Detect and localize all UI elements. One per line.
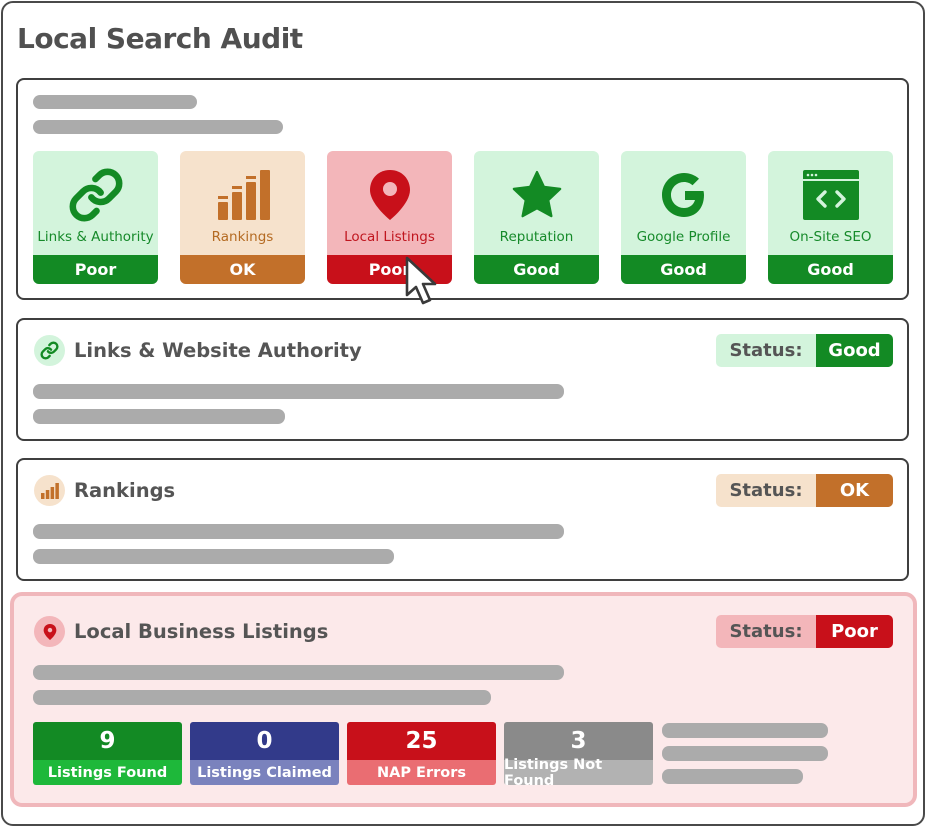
tile-on-site-seo[interactable]: On-Site SEO Good [768, 151, 893, 284]
status-value: Good [816, 334, 893, 367]
stat-label: Listings Claimed [190, 760, 339, 785]
status-value: Poor [816, 615, 893, 648]
status-badge: Status: OK [716, 474, 893, 507]
stat-label: NAP Errors [347, 760, 496, 785]
tile-status: OK [180, 255, 305, 284]
stat-value: 9 [33, 722, 182, 760]
tile-label: Rankings [211, 229, 274, 245]
placeholder-line [33, 120, 283, 134]
section-title: Rankings [74, 479, 176, 502]
status-badge: Status: Poor [716, 615, 893, 648]
status-key: Status: [716, 334, 816, 367]
tile-links-authority[interactable]: Links & Authority Poor [33, 151, 158, 284]
section-title: Local Business Listings [74, 620, 329, 643]
map-pin-icon [34, 616, 65, 647]
stat-nap-errors: 25 NAP Errors [347, 722, 496, 785]
stat-value: 0 [190, 722, 339, 760]
stat-label: Listings Not Found [504, 757, 653, 785]
tile-reputation[interactable]: Reputation Good [474, 151, 599, 284]
code-window-icon [768, 165, 893, 225]
stat-listings-not-found: 3 Listings Not Found [504, 722, 653, 785]
placeholder-line [33, 524, 564, 539]
tile-label: Reputation [499, 229, 574, 245]
tile-status: Good [621, 255, 746, 284]
placeholder-line [33, 690, 491, 705]
placeholder-line [33, 384, 564, 399]
tile-label: Local Listings [344, 229, 435, 245]
page-title: Local Search Audit [17, 22, 303, 55]
link-icon [34, 335, 65, 366]
status-key: Status: [716, 615, 816, 648]
map-pin-icon [327, 165, 452, 225]
google-g-icon [621, 165, 746, 225]
status-key: Status: [716, 474, 816, 507]
bar-chart-icon [34, 475, 65, 506]
tile-rankings[interactable]: Rankings OK [180, 151, 305, 284]
stat-listings-found: 9 Listings Found [33, 722, 182, 785]
placeholder-line [33, 665, 564, 680]
link-icon [33, 165, 158, 225]
tile-status: Good [474, 255, 599, 284]
section-title: Links & Website Authority [74, 339, 362, 362]
tile-status: Poor [33, 255, 158, 284]
placeholder-line [33, 549, 394, 564]
status-value: OK [816, 474, 893, 507]
stat-value: 3 [504, 722, 653, 760]
tile-label: On-Site SEO [789, 229, 872, 245]
placeholder-line [662, 723, 828, 738]
tile-status: Good [768, 255, 893, 284]
stat-label: Listings Found [33, 760, 182, 785]
star-icon [474, 165, 599, 225]
placeholder-line [662, 769, 803, 784]
tile-google-profile[interactable]: Google Profile Good [621, 151, 746, 284]
placeholder-line [33, 409, 285, 424]
stat-listings-claimed: 0 Listings Claimed [190, 722, 339, 785]
stat-value: 25 [347, 722, 496, 760]
tile-label: Google Profile [636, 229, 731, 245]
placeholder-line [662, 746, 828, 761]
placeholder-line [33, 95, 197, 109]
status-badge: Status: Good [716, 334, 893, 367]
bar-chart-icon [180, 165, 305, 225]
tile-label: Links & Authority [37, 229, 154, 245]
mouse-pointer-icon [404, 255, 442, 314]
